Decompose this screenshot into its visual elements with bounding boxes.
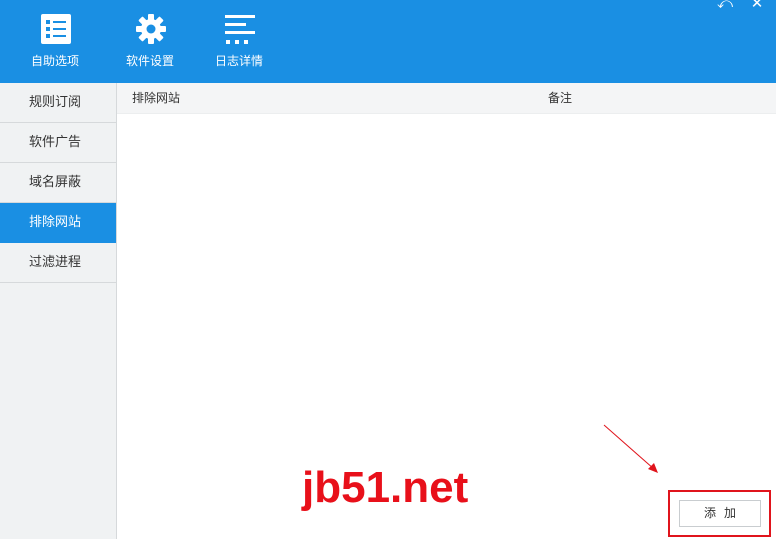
- checklist-icon: [41, 14, 71, 44]
- log-lines-icon: [225, 15, 255, 44]
- column-header-remark[interactable]: 备注: [548, 83, 572, 113]
- top-toolbar: 自助选项 软件设置 日志详情 ⤺ ✕: [0, 0, 776, 83]
- main-panel: 排除网站 备注 jb51.net 添加: [117, 83, 776, 539]
- close-button[interactable]: ✕: [748, 0, 766, 12]
- restore-button[interactable]: ⤺: [716, 0, 734, 12]
- table-header: 排除网站 备注: [117, 83, 776, 114]
- toolbar-self-help-options[interactable]: 自助选项: [15, 0, 95, 83]
- toolbar-label: 自助选项: [30, 54, 79, 68]
- sidebar: 规则订阅 软件广告 域名屏蔽 排除网站 过滤进程: [0, 83, 117, 539]
- sidebar-item-rule-subscription[interactable]: 规则订阅: [0, 83, 116, 123]
- gear-icon: [136, 14, 166, 44]
- toolbar-label: 软件设置: [125, 54, 174, 68]
- column-header-excluded-site[interactable]: 排除网站: [132, 83, 180, 113]
- annotation-arrow-icon: [603, 424, 658, 473]
- sidebar-item-filter-processes[interactable]: 过滤进程: [0, 243, 116, 283]
- add-button[interactable]: 添加: [679, 500, 761, 527]
- sidebar-item-software-ads[interactable]: 软件广告: [0, 123, 116, 163]
- toolbar-label: 日志详情: [214, 54, 263, 68]
- watermark-text: jb51.net: [302, 463, 469, 512]
- sidebar-item-excluded-sites[interactable]: 排除网站: [0, 203, 116, 243]
- table-body[interactable]: [117, 114, 776, 494]
- sidebar-item-domain-blocking[interactable]: 域名屏蔽: [0, 163, 116, 203]
- toolbar-software-settings[interactable]: 软件设置: [110, 0, 190, 83]
- toolbar-log-details[interactable]: 日志详情: [199, 0, 279, 83]
